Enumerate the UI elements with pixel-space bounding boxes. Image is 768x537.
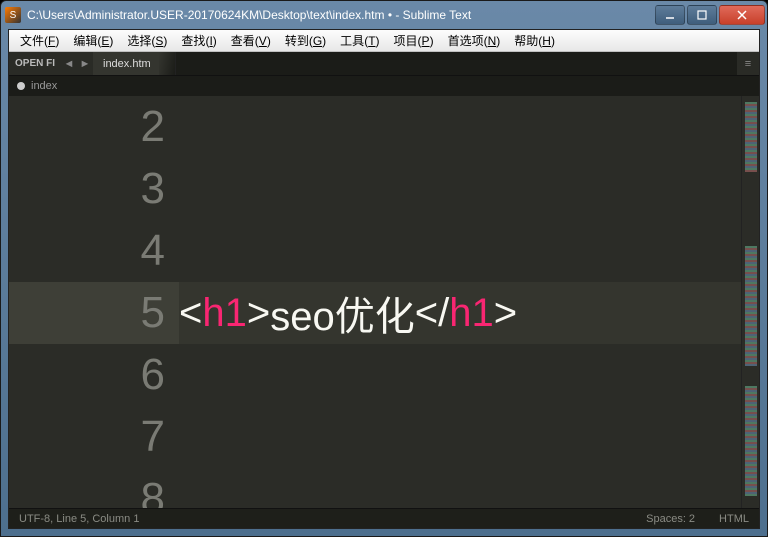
line-number: 2 (9, 96, 179, 158)
window-title: C:\Users\Administrator.USER-20170624KM\D… (27, 8, 655, 22)
menu-view[interactable]: 查看(V) (224, 30, 278, 51)
line-row[interactable]: 3 (9, 158, 759, 220)
minimize-button[interactable] (655, 5, 685, 25)
code-line[interactable]: <h1>seo优化</h1> (179, 282, 759, 344)
status-syntax[interactable]: HTML (719, 513, 749, 525)
menu-file[interactable]: 文件(F) (13, 30, 66, 51)
nav-forward-icon[interactable]: ► (77, 58, 93, 70)
menu-project[interactable]: 项目(P) (387, 30, 441, 51)
menu-prefs[interactable]: 首选项(N) (441, 30, 508, 51)
tab-active[interactable]: index.htm (93, 52, 176, 75)
line-number: 3 (9, 158, 179, 220)
minimap-region (745, 246, 757, 366)
editor-rows: 2 3 4 5 <h1>seo优化</h1> 6 7 8 (9, 96, 759, 508)
line-number: 6 (9, 344, 179, 406)
status-indent[interactable]: Spaces: 2 (646, 513, 695, 525)
menu-edit[interactable]: 编辑(E) (66, 30, 120, 51)
statusbar: UTF-8, Line 5, Column 1 Spaces: 2 HTML (9, 508, 759, 528)
open-files-list: index (9, 76, 759, 96)
menu-help[interactable]: 帮助(H) (507, 30, 562, 51)
line-row[interactable]: 6 (9, 344, 759, 406)
status-position[interactable]: UTF-8, Line 5, Column 1 (19, 513, 139, 525)
tab-row: OPEN FI ◄ ► index.htm ≡ (9, 52, 759, 76)
line-row[interactable]: 4 (9, 220, 759, 282)
dirty-indicator-icon (17, 82, 25, 90)
menubar: 文件(F) 编辑(E) 选择(S) 查找(I) 查看(V) 转到(G) 工具(T… (9, 30, 759, 52)
tab-history-nav: ◄ ► (61, 52, 93, 75)
line-row[interactable]: 7 (9, 406, 759, 468)
window-controls (655, 5, 765, 25)
close-button[interactable] (719, 5, 765, 25)
app-icon: S (5, 7, 21, 23)
menu-tools[interactable]: 工具(T) (333, 30, 386, 51)
minimap-region (745, 386, 757, 496)
minimap[interactable] (741, 96, 759, 508)
titlebar[interactable]: S C:\Users\Administrator.USER-20170624KM… (1, 1, 767, 29)
line-row[interactable]: 2 (9, 96, 759, 158)
client-area: 文件(F) 编辑(E) 选择(S) 查找(I) 查看(V) 转到(G) 工具(T… (8, 29, 760, 529)
open-file-name[interactable]: index (31, 80, 57, 92)
menu-select[interactable]: 选择(S) (120, 30, 174, 51)
nav-back-icon[interactable]: ◄ (61, 58, 77, 70)
menu-goto[interactable]: 转到(G) (278, 30, 333, 51)
panel-menu-icon[interactable]: ≡ (737, 52, 759, 75)
line-number: 5 (9, 282, 179, 344)
window-frame: S C:\Users\Administrator.USER-20170624KM… (0, 0, 768, 537)
line-number: 7 (9, 406, 179, 468)
line-row-current[interactable]: 5 <h1>seo优化</h1> (9, 282, 759, 344)
line-number: 8 (9, 468, 179, 508)
line-row[interactable]: 8 (9, 468, 759, 508)
editor[interactable]: 2 3 4 5 <h1>seo优化</h1> 6 7 8 (9, 96, 759, 508)
open-files-header[interactable]: OPEN FI (9, 52, 61, 75)
minimap-region (745, 102, 757, 172)
maximize-button[interactable] (687, 5, 717, 25)
menu-find[interactable]: 查找(I) (174, 30, 223, 51)
line-number: 4 (9, 220, 179, 282)
tab-label: index.htm (103, 58, 151, 70)
